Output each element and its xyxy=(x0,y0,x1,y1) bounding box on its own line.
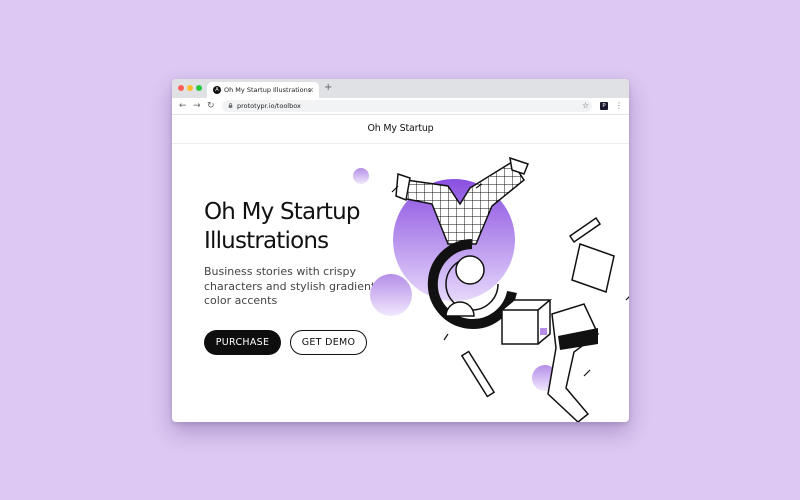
bookmark-star-icon[interactable]: ☆ xyxy=(582,100,589,112)
tab-bar: A Oh My Startup Illustrations × + xyxy=(172,79,629,98)
purple-square xyxy=(540,328,547,335)
small-gradient-circle xyxy=(353,168,369,184)
medium-gradient-circle xyxy=(370,274,412,316)
new-tab-button[interactable]: + xyxy=(324,82,332,94)
close-window-button[interactable] xyxy=(178,85,184,91)
close-tab-icon[interactable]: × xyxy=(308,85,314,95)
maximize-window-button[interactable] xyxy=(196,85,202,91)
browser-toolbar: ← → ↻ prototypr.io/toolbox ☆ P ⋮ xyxy=(172,98,629,115)
character-torso xyxy=(547,303,599,422)
reload-icon[interactable]: ↻ xyxy=(207,100,215,112)
url-text: prototypr.io/toolbox xyxy=(237,102,301,110)
extension-icon[interactable]: P xyxy=(600,102,608,110)
purchase-button[interactable]: PURCHASE xyxy=(204,330,281,355)
startup-illustration xyxy=(353,156,629,422)
half-circle-shape xyxy=(445,301,475,317)
pencil xyxy=(568,216,602,244)
site-header: Oh My Startup xyxy=(172,115,629,144)
address-bar[interactable]: prototypr.io/toolbox xyxy=(222,100,592,112)
favicon-icon: A xyxy=(213,86,221,94)
paper-sheet xyxy=(571,243,615,293)
browser-tab[interactable]: A Oh My Startup Illustrations × xyxy=(207,82,319,98)
forward-icon[interactable]: → xyxy=(193,100,201,112)
box xyxy=(501,299,553,345)
lock-icon xyxy=(228,103,233,108)
character-head xyxy=(455,255,485,285)
back-icon[interactable]: ← xyxy=(179,100,187,112)
ruler-shape xyxy=(460,350,496,398)
menu-icon[interactable]: ⋮ xyxy=(615,100,623,112)
site-logo[interactable]: Oh My Startup xyxy=(172,123,629,135)
minimize-window-button[interactable] xyxy=(187,85,193,91)
tab-title: Oh My Startup Illustrations xyxy=(224,86,312,94)
browser-window: A Oh My Startup Illustrations × + ← → ↻ … xyxy=(172,79,629,422)
